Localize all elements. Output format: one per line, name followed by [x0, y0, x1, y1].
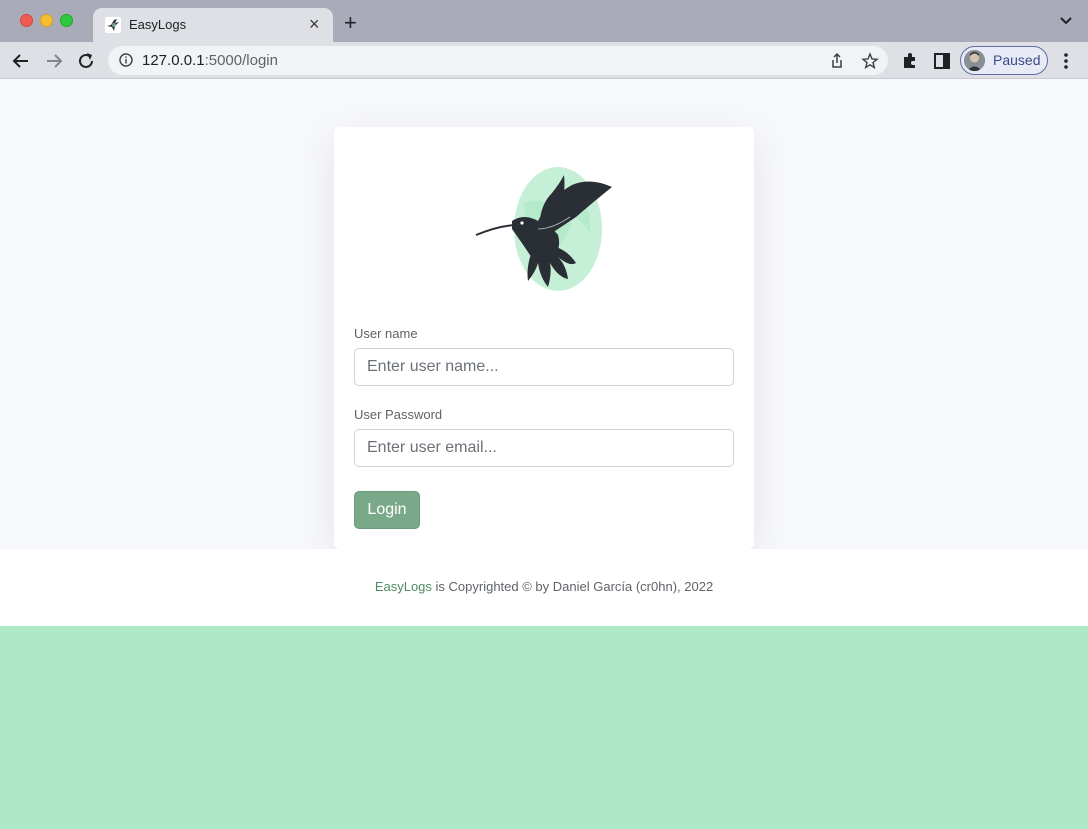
share-icon[interactable] — [828, 52, 846, 70]
hummingbird-logo-icon — [475, 167, 612, 291]
address-bar[interactable]: 127.0.0.1:5000/login — [108, 46, 888, 75]
new-tab-icon[interactable]: + — [344, 12, 357, 34]
username-label: User name — [354, 326, 418, 341]
extensions-puzzle-icon[interactable] — [900, 51, 920, 71]
username-input[interactable] — [354, 348, 734, 386]
profile-status: Paused — [993, 52, 1041, 68]
forward-arrow-icon[interactable] — [43, 50, 65, 72]
bookmark-star-icon[interactable] — [861, 52, 879, 70]
footer: EasyLogs is Copyrighted © by Daniel Garc… — [0, 549, 1088, 626]
profile-button[interactable]: Paused — [960, 46, 1048, 75]
site-info-icon[interactable] — [119, 53, 133, 67]
browser-toolbar: 127.0.0.1:5000/login Paused — [0, 42, 1088, 79]
url-host: 127.0.0.1 — [142, 52, 205, 69]
reload-icon[interactable] — [75, 50, 97, 72]
avatar — [964, 50, 985, 71]
footer-copyright: is Copyrighted © by Daniel García (cr0hn… — [431, 579, 714, 594]
minimize-window-button[interactable] — [40, 14, 53, 27]
url-text: 127.0.0.1:5000/login — [142, 52, 278, 69]
browser-menu-icon[interactable] — [1058, 51, 1074, 71]
tab-title: EasyLogs — [129, 17, 187, 32]
login-card: User name User Password Login — [334, 127, 754, 549]
hummingbird-favicon-icon — [105, 17, 121, 33]
url-path: :5000/login — [204, 52, 278, 69]
password-label: User Password — [354, 407, 443, 422]
zoom-window-button[interactable] — [60, 14, 73, 27]
footer-brand-link[interactable]: EasyLogs — [375, 579, 432, 594]
tab-search-chevron-icon[interactable] — [1058, 15, 1074, 27]
close-window-button[interactable] — [20, 14, 33, 27]
copyright-text: EasyLogs is Copyrighted © by Daniel Garc… — [0, 579, 1088, 594]
browser-titlebar: EasyLogs × + — [0, 0, 1088, 42]
tab-close-icon[interactable]: × — [309, 14, 320, 34]
browser-tab[interactable]: EasyLogs × — [93, 8, 333, 42]
password-input[interactable] — [354, 429, 734, 467]
login-button[interactable]: Login — [354, 491, 420, 529]
back-arrow-icon[interactable] — [10, 50, 32, 72]
side-panel-icon[interactable] — [932, 51, 952, 71]
